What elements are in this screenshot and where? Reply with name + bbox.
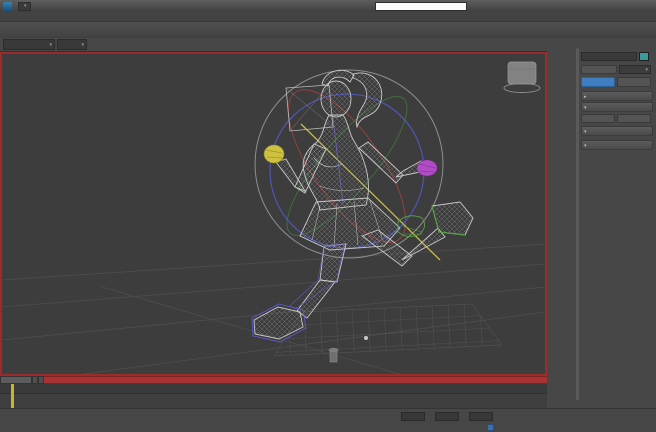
title-bar: ▾ [0, 0, 656, 12]
chevron-down-icon: ▾ [645, 67, 648, 73]
x-coord-field[interactable] [401, 412, 425, 421]
application-menu-icon[interactable] [3, 2, 12, 11]
grid-origin-dot [364, 336, 368, 340]
track-bar[interactable] [0, 384, 547, 408]
trajectories-button[interactable] [617, 77, 651, 87]
rollout-biped-apps[interactable] [581, 102, 653, 112]
3ds-max-window: ▾ ▾ ▾ [0, 0, 656, 432]
search-input[interactable] [375, 2, 467, 11]
main-toolbar [0, 22, 656, 38]
character-wireframe [254, 70, 473, 339]
object-color-swatch[interactable] [639, 52, 649, 61]
status-bar: ▾ [0, 408, 656, 432]
menu-bar [0, 12, 656, 22]
secondary-dropdown-2[interactable]: ▾ [57, 39, 87, 50]
rollout-track-selection[interactable] [581, 140, 653, 150]
object-name-field[interactable] [581, 52, 637, 61]
command-panel: ▾ [547, 44, 656, 408]
sub-object-dropdown[interactable]: ▾ [619, 65, 651, 74]
chevron-down-icon: ▾ [49, 42, 52, 48]
current-frame-marker[interactable] [11, 384, 14, 408]
magenta-hand [417, 160, 437, 176]
yellow-hand [264, 145, 284, 163]
chevron-down-icon: ▾ [24, 3, 27, 9]
keyframe-row [0, 394, 547, 408]
time-tag-icon[interactable] [487, 424, 494, 431]
rollout-assign-controller[interactable] [581, 91, 653, 101]
z-coord-field[interactable] [469, 412, 493, 421]
perspective-viewport[interactable] [0, 52, 547, 376]
frame-ruler [0, 384, 547, 394]
workbench-button[interactable] [617, 114, 651, 123]
time-slider-handle[interactable] [0, 376, 32, 384]
left-thigh [320, 244, 346, 282]
mixer-button[interactable] [581, 114, 615, 123]
chevron-down-icon: ▾ [81, 42, 84, 48]
y-coord-field[interactable] [435, 412, 459, 421]
parameters-button[interactable] [581, 77, 615, 87]
rollout-biped[interactable] [581, 126, 653, 136]
ponytail [353, 73, 382, 127]
time-slider-track-autokey[interactable] [44, 376, 547, 384]
sub-object-button[interactable] [581, 65, 617, 74]
workspace-dropdown[interactable]: ▾ [18, 2, 31, 11]
panel-scrollbar[interactable] [576, 48, 579, 400]
ground-marker [329, 348, 338, 362]
viewport-scene [2, 54, 545, 374]
right-calf [402, 228, 445, 260]
time-slider [0, 376, 547, 384]
head [321, 81, 351, 117]
viewcube[interactable] [504, 62, 540, 93]
secondary-dropdown-1[interactable]: ▾ [3, 39, 55, 50]
